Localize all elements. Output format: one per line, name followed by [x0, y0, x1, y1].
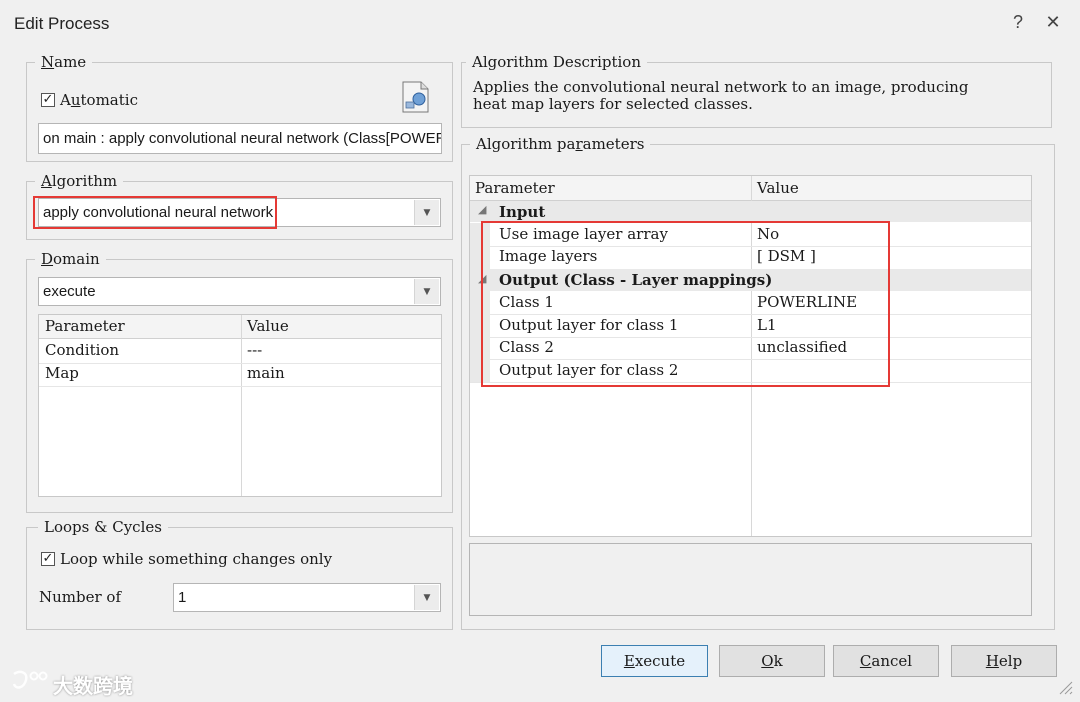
loop-label: Loop while something changes only: [60, 550, 333, 568]
number-of-label: Number of: [39, 588, 122, 606]
description-legend: Algorithm Description: [466, 53, 647, 71]
window-title: Edit Process: [14, 14, 110, 33]
params-col-parameter: Parameter: [475, 179, 555, 197]
row-divider: [39, 386, 441, 387]
title-bar: [0, 0, 1080, 48]
section-title-input: Input: [499, 203, 546, 221]
cancel-button[interactable]: Cancel: [833, 645, 939, 677]
algorithm-highlight: [33, 196, 277, 229]
table-row[interactable]: Condition: [45, 341, 119, 359]
loop-checkbox[interactable]: ✓: [41, 552, 55, 566]
watermark-logo-icon: [10, 668, 50, 694]
automatic-checkbox[interactable]: ✓: [41, 93, 55, 107]
domain-legend: Domain: [35, 250, 106, 268]
help-title-button[interactable]: ?: [1006, 12, 1030, 33]
domain-select[interactable]: execute ▼: [38, 277, 441, 306]
number-of-value: 1: [178, 589, 187, 606]
domain-col-value: Value: [247, 317, 289, 335]
description-line-2: heat map layers for selected classes.: [473, 95, 753, 113]
params-col-value: Value: [757, 179, 799, 197]
loops-group: [26, 527, 453, 630]
column-divider: [241, 315, 242, 496]
edit-name-icon[interactable]: [401, 80, 431, 114]
table-cell-value[interactable]: ---: [247, 341, 262, 359]
chevron-down-icon[interactable]: ▼: [414, 585, 439, 610]
section-row-input[interactable]: [470, 201, 1031, 222]
row-divider: [39, 363, 441, 364]
help-button[interactable]: Help: [951, 645, 1057, 677]
parameters-highlight: [481, 221, 890, 387]
ok-button[interactable]: Ok: [719, 645, 825, 677]
domain-col-parameter: Parameter: [45, 317, 125, 335]
loops-legend: Loops & Cycles: [38, 518, 168, 536]
algorithm-legend: Algorithm: [35, 172, 124, 190]
chevron-down-icon[interactable]: ▼: [414, 279, 439, 304]
table-cell-value[interactable]: main: [247, 364, 285, 382]
resize-grip-icon[interactable]: [1054, 676, 1074, 696]
description-line-1: Applies the convolutional neural network…: [473, 78, 969, 96]
close-button[interactable]: ✕: [1041, 12, 1065, 33]
domain-select-value: execute: [43, 283, 96, 300]
chevron-down-icon[interactable]: ▼: [414, 200, 439, 225]
automatic-label: Automatic: [60, 91, 138, 109]
domain-parameter-grid[interactable]: Parameter Value Condition --- Map main: [38, 314, 442, 497]
watermark-text: 大数跨境: [53, 674, 133, 698]
parameters-legend: Algorithm parameters: [470, 135, 651, 153]
name-legend: Name: [35, 53, 93, 71]
number-of-select[interactable]: 1 ▼: [173, 583, 441, 612]
process-name-input[interactable]: on main : apply convolutional neural net…: [38, 123, 442, 154]
execute-button[interactable]: Execute: [601, 645, 708, 677]
collapse-icon[interactable]: ◢: [478, 203, 486, 216]
parameter-help-panel: [469, 543, 1032, 616]
table-row[interactable]: Map: [45, 364, 79, 382]
